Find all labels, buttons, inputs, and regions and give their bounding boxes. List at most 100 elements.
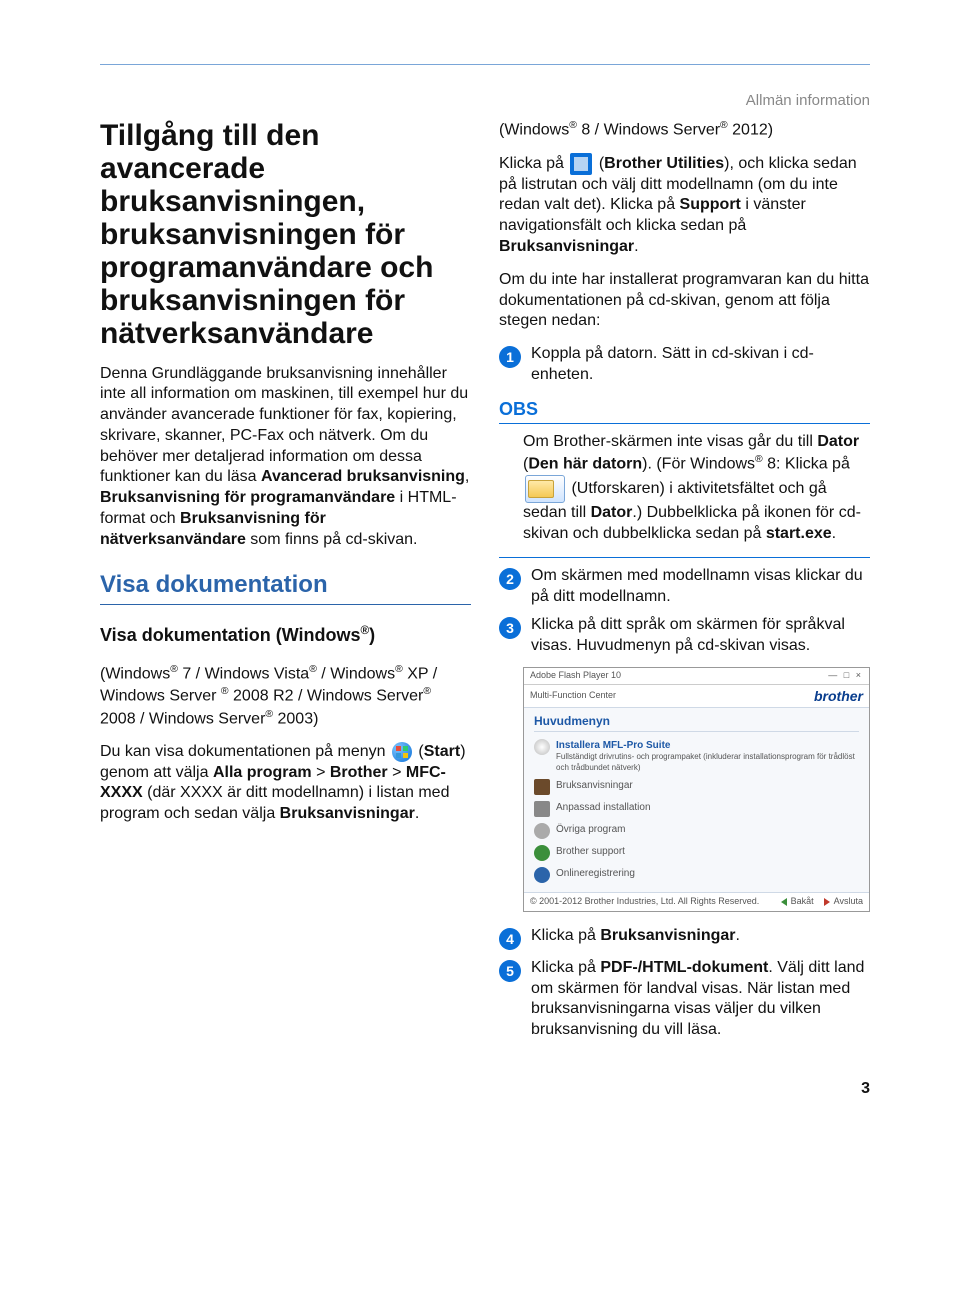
text: Klicka på bbox=[531, 959, 600, 976]
step-bullet-2: 2 bbox=[499, 568, 521, 590]
text: ) bbox=[369, 625, 375, 645]
text: . bbox=[736, 927, 740, 944]
step-5: 5 Klicka på PDF-/HTML-dokument. Välj dit… bbox=[499, 958, 870, 1041]
item-label: Onlineregistrering bbox=[556, 867, 635, 880]
brother-utilities-paragraph: Klicka på (Brother Utilities), och klick… bbox=[499, 153, 870, 258]
brother-logo: brother bbox=[814, 687, 863, 705]
left-column: Tillgång till den avancerade bruksanvisn… bbox=[100, 119, 471, 1050]
bold-dator: Dator bbox=[817, 433, 859, 450]
screenshot-titlebar: Adobe Flash Player 10 — □ × bbox=[524, 668, 869, 685]
text: (Windows bbox=[499, 121, 569, 138]
step-4: 4 Klicka på Bruksanvisningar. bbox=[499, 926, 870, 950]
step-text: Om skärmen med modellnamn visas klickar … bbox=[531, 566, 870, 608]
screenshot-item-manuals: Bruksanvisningar bbox=[534, 776, 859, 798]
support-icon bbox=[534, 845, 550, 861]
bold-all-programs: Alla program bbox=[213, 764, 312, 781]
label: Bakåt bbox=[791, 896, 814, 908]
bold-bruksanvisningar: Bruksanvisningar bbox=[280, 805, 415, 822]
exit-button: Avsluta bbox=[824, 896, 863, 908]
screenshot-main: Huvudmenyn Installera MFL-Pro Suite Full… bbox=[524, 708, 869, 892]
windows-versions: (Windows® 7 / Windows Vista® / Windows® … bbox=[100, 663, 471, 729]
screenshot-item-install: Installera MFL-Pro Suite Fullständigt dr… bbox=[534, 736, 859, 776]
chevron-left-icon bbox=[781, 898, 787, 906]
item-title: Installera MFL-Pro Suite bbox=[556, 739, 859, 752]
wrench-icon bbox=[534, 801, 550, 817]
installer-screenshot: Adobe Flash Player 10 — □ × Multi-Functi… bbox=[523, 667, 870, 912]
explorer-icon bbox=[525, 475, 565, 503]
page-number: 3 bbox=[100, 1079, 870, 1100]
text: Visa dokumentation (Windows bbox=[100, 625, 361, 645]
text: ( bbox=[414, 743, 424, 760]
text: ( bbox=[594, 155, 604, 172]
text: Klicka på bbox=[531, 927, 600, 944]
step-bullet-4: 4 bbox=[499, 928, 521, 950]
screenshot-item-support: Brother support bbox=[534, 842, 859, 864]
intro-paragraph: Denna Grundläggande bruksanvisning inneh… bbox=[100, 364, 471, 551]
bold-advanced: Avancerad bruksanvisning bbox=[261, 468, 465, 485]
text: 2012) bbox=[728, 121, 773, 138]
reg-mark: ® bbox=[361, 624, 370, 637]
step-bullet-1: 1 bbox=[499, 346, 521, 368]
text: (Windows bbox=[100, 666, 170, 683]
text: , bbox=[465, 468, 469, 485]
screenshot-window-title: Adobe Flash Player 10 bbox=[530, 670, 621, 682]
bold-support: Support bbox=[680, 196, 741, 213]
text: / Windows bbox=[317, 666, 395, 683]
book-icon bbox=[534, 779, 550, 795]
bold-start: Start bbox=[424, 743, 460, 760]
gear-icon bbox=[534, 823, 550, 839]
main-heading: Tillgång till den avancerade bruksanvisn… bbox=[100, 119, 471, 350]
subheading: Visa dokumentation (Windows®) bbox=[100, 623, 471, 647]
text: som finns på cd-skivan. bbox=[246, 531, 418, 548]
text: 2008 / Windows Server bbox=[100, 710, 265, 727]
screenshot-header: Multi-Function Center brother bbox=[524, 685, 869, 708]
text: Du kan visa dokumentationen på menyn bbox=[100, 743, 390, 760]
running-header: Allmän information bbox=[100, 91, 870, 111]
text: 7 / Windows Vista bbox=[178, 666, 309, 683]
windows-start-icon bbox=[392, 742, 412, 762]
text: Klicka på bbox=[499, 155, 568, 172]
manual-page: Allmän information 1 Tillgång till den a… bbox=[0, 0, 960, 1130]
item-label: Övriga program bbox=[556, 823, 625, 836]
text: . bbox=[415, 805, 419, 822]
text: 2003) bbox=[273, 710, 318, 727]
globe-icon bbox=[534, 867, 550, 883]
win8-line: (Windows® 8 / Windows Server® 2012) bbox=[499, 119, 870, 141]
item-label: Anpassad installation bbox=[556, 801, 651, 814]
right-column: (Windows® 8 / Windows Server® 2012) Klic… bbox=[499, 119, 870, 1050]
obs-rule-bottom bbox=[499, 557, 870, 558]
text: 2008 R2 / Windows Server bbox=[229, 688, 424, 705]
item-subtitle: Fullständigt drivrutins- och programpake… bbox=[556, 752, 859, 773]
bold-pdf-html: PDF-/HTML-dokument bbox=[600, 959, 768, 976]
item-label: Brother support bbox=[556, 845, 625, 858]
cd-icon bbox=[534, 739, 550, 755]
text: ). (För Windows bbox=[642, 455, 755, 472]
bold-dator2: Dator bbox=[591, 504, 633, 521]
item-label: Bruksanvisningar bbox=[556, 779, 633, 792]
screenshot-item-register: Onlineregistrering bbox=[534, 864, 859, 886]
section-rule bbox=[100, 604, 471, 605]
back-button: Bakåt bbox=[781, 896, 814, 908]
text: 8 / Windows Server bbox=[577, 121, 720, 138]
bold-bruksanvisningar: Bruksanvisningar bbox=[499, 238, 634, 255]
screenshot-center-title: Multi-Function Center bbox=[530, 690, 616, 702]
bold-den-har-datorn: Den här datorn bbox=[528, 455, 642, 472]
step-text: Klicka på ditt språk om skärmen för språ… bbox=[531, 615, 870, 657]
top-rule bbox=[100, 64, 870, 65]
copyright-text: © 2001-2012 Brother Industries, Ltd. All… bbox=[530, 896, 759, 908]
step-bullet-5: 5 bbox=[499, 960, 521, 982]
label: Avsluta bbox=[834, 896, 863, 908]
bold-bruksanvisningar: Bruksanvisningar bbox=[600, 927, 735, 944]
section-heading: Visa dokumentation bbox=[100, 569, 471, 600]
step-2: 2 Om skärmen med modellnamn visas klicka… bbox=[499, 566, 870, 608]
obs-heading: OBS bbox=[499, 398, 870, 421]
text: > bbox=[388, 764, 406, 781]
step-3: 3 Klicka på ditt språk om skärmen för sp… bbox=[499, 615, 870, 657]
step-1: 1 Koppla på datorn. Sätt in cd-skivan i … bbox=[499, 344, 870, 386]
chevron-right-icon bbox=[824, 898, 830, 906]
step-text: Koppla på datorn. Sätt in cd-skivan i cd… bbox=[531, 344, 870, 386]
step-bullet-3: 3 bbox=[499, 617, 521, 639]
text: . bbox=[634, 238, 638, 255]
obs-body: Om Brother-skärmen inte visas går du til… bbox=[499, 432, 870, 545]
step-text: Klicka på Bruksanvisningar. bbox=[531, 926, 870, 950]
